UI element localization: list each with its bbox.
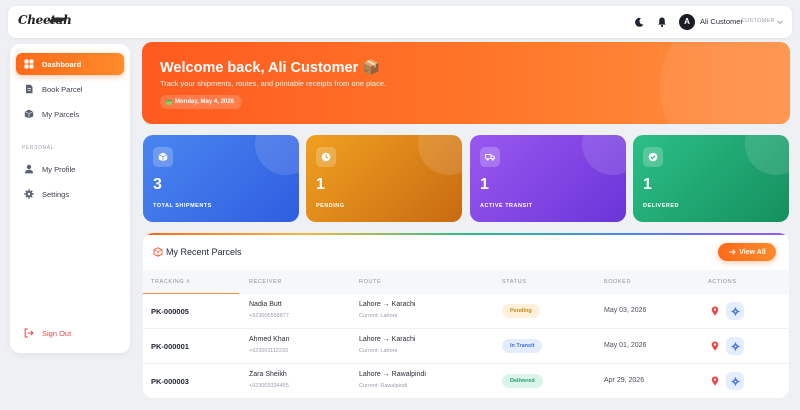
table-row[interactable]: PK-000001 Ahmed Khan +923001112233 Lahor… <box>143 329 789 364</box>
stat-label: TOTAL SHIPMENTS <box>153 203 212 209</box>
sign-out-button[interactable]: Sign Out <box>16 322 124 344</box>
map-pin-icon[interactable] <box>711 306 719 316</box>
sidebar-item-label: Book Parcel <box>42 84 83 94</box>
truck-icon <box>480 147 500 167</box>
date-text: Monday, May 4, 2026 <box>175 99 234 105</box>
box-icon <box>24 109 34 119</box>
receiver-phone: +923005558877 <box>249 313 289 319</box>
booked-date: May 01, 2026 <box>604 342 647 349</box>
column-header-status: STATUS <box>502 279 527 285</box>
booked-date: Apr 29, 2026 <box>604 377 645 384</box>
tracking-number[interactable]: PK-000001 <box>151 342 189 351</box>
user-icon <box>25 164 33 174</box>
stat-label: PENDING <box>316 203 345 209</box>
welcome-banner: Welcome back, Ali Customer 📦 Track your … <box>142 42 790 124</box>
box-icon <box>153 247 163 257</box>
table-header: TRACKING # RECEIVER ROUTE STATUS BOOKED … <box>143 270 789 294</box>
stat-label: ACTIVE TRANSIT <box>480 203 533 209</box>
sidebar-section-label: PERSONAL <box>22 145 55 151</box>
receiver-name: Nadia Butt <box>249 301 282 308</box>
sidebar-item-my-profile[interactable]: My Profile <box>16 158 124 180</box>
tracking-number[interactable]: PK-000005 <box>151 307 189 316</box>
gear-icon <box>731 307 739 315</box>
receiver-name: Zara Sheikh <box>249 371 287 378</box>
column-header-route: ROUTE <box>359 279 382 285</box>
table-row[interactable]: PK-000005 Nadia Butt +923005558877 Lahor… <box>143 294 789 329</box>
current-location: Current: Rawalpindi <box>359 383 408 389</box>
panel-title: My Recent Parcels <box>166 247 242 257</box>
column-header-actions: ACTIONS <box>708 279 737 285</box>
banner-subtitle: Track your shipments, routes, and printa… <box>160 79 387 88</box>
sidebar-item-label: My Profile <box>42 164 76 174</box>
sidebar-item-my-parcels[interactable]: My Parcels <box>16 103 124 125</box>
clock-icon <box>316 147 336 167</box>
stat-label: DELIVERED <box>643 203 679 209</box>
receiver-name: Ahmed Khan <box>249 336 290 343</box>
current-location: Current: Lahore <box>359 313 398 319</box>
calendar-icon <box>166 99 172 105</box>
receiver-phone: +923003334455 <box>249 383 289 389</box>
track-button[interactable] <box>726 372 744 390</box>
column-header-receiver: RECEIVER <box>249 279 282 285</box>
status-badge: Pending <box>502 304 540 318</box>
stat-card-delivered[interactable]: 1 DELIVERED <box>633 135 789 222</box>
logout-icon <box>24 328 34 338</box>
sidebar-item-label: My Parcels <box>42 109 80 119</box>
booked-date: May 03, 2026 <box>604 307 647 314</box>
top-bar: Cheetah A Ali Customer CUSTOMER <box>8 6 792 38</box>
page-title: Welcome back, Ali Customer 📦 <box>160 60 381 76</box>
track-button[interactable] <box>726 302 744 320</box>
date-badge: Monday, May 4, 2026 <box>160 95 242 109</box>
sign-out-label: Sign Out <box>42 328 72 338</box>
route: Lahore → Rawalpindi <box>359 371 426 378</box>
document-icon <box>26 84 33 94</box>
view-all-label: View All <box>739 248 766 256</box>
check-circle-icon <box>643 147 663 167</box>
stat-value: 1 <box>316 176 325 193</box>
avatar[interactable]: A <box>679 14 695 30</box>
route: Lahore → Karachi <box>359 336 416 343</box>
gradient-divider <box>143 233 789 235</box>
current-location: Current: Lahore <box>359 348 398 354</box>
stat-card-total-shipments[interactable]: 3 TOTAL SHIPMENTS <box>143 135 299 222</box>
box-icon <box>153 147 173 167</box>
route: Lahore → Karachi <box>359 301 416 308</box>
view-all-button[interactable]: View All <box>718 243 776 261</box>
gear-icon <box>731 342 739 350</box>
column-header-tracking: TRACKING # <box>151 279 191 285</box>
sidebar-item-settings[interactable]: Settings <box>16 183 124 205</box>
grid-icon <box>24 59 34 69</box>
map-pin-icon[interactable] <box>711 376 719 386</box>
stat-value: 1 <box>480 176 489 193</box>
tracking-number[interactable]: PK-000003 <box>151 377 189 386</box>
recent-parcels-panel: My Recent Parcels View All TRACKING # RE… <box>143 233 789 398</box>
stat-card-pending[interactable]: 1 PENDING <box>306 135 462 222</box>
cheetah-logo-icon <box>49 17 68 24</box>
sidebar: Dashboard Book Parcel My Parcels PERSONA… <box>10 44 130 353</box>
receiver-phone: +923001112233 <box>249 348 289 354</box>
user-name[interactable]: Ali Customer <box>700 17 743 26</box>
gear-icon <box>24 189 34 199</box>
user-role: CUSTOMER <box>741 18 775 24</box>
gear-icon <box>731 377 739 385</box>
sidebar-item-book-parcel[interactable]: Book Parcel <box>16 78 124 100</box>
status-badge: In Transit <box>502 339 543 353</box>
moon-icon[interactable] <box>633 16 645 28</box>
sidebar-item-label: Settings <box>42 189 70 199</box>
arrow-right-icon <box>729 249 736 255</box>
chevron-down-icon[interactable] <box>776 18 784 26</box>
table-row[interactable]: PK-000003 Zara Sheikh +923003334455 Laho… <box>143 364 789 398</box>
sidebar-item-dashboard[interactable]: Dashboard <box>16 53 124 75</box>
map-pin-icon[interactable] <box>711 341 719 351</box>
stat-card-active-transit[interactable]: 1 ACTIVE TRANSIT <box>470 135 626 222</box>
track-button[interactable] <box>726 337 744 355</box>
stat-value: 3 <box>153 176 162 193</box>
stat-value: 1 <box>643 176 652 193</box>
column-header-booked: BOOKED <box>604 279 632 285</box>
status-badge: Delivered <box>502 374 543 388</box>
bell-icon[interactable] <box>656 16 668 28</box>
sidebar-item-label: Dashboard <box>42 59 82 69</box>
